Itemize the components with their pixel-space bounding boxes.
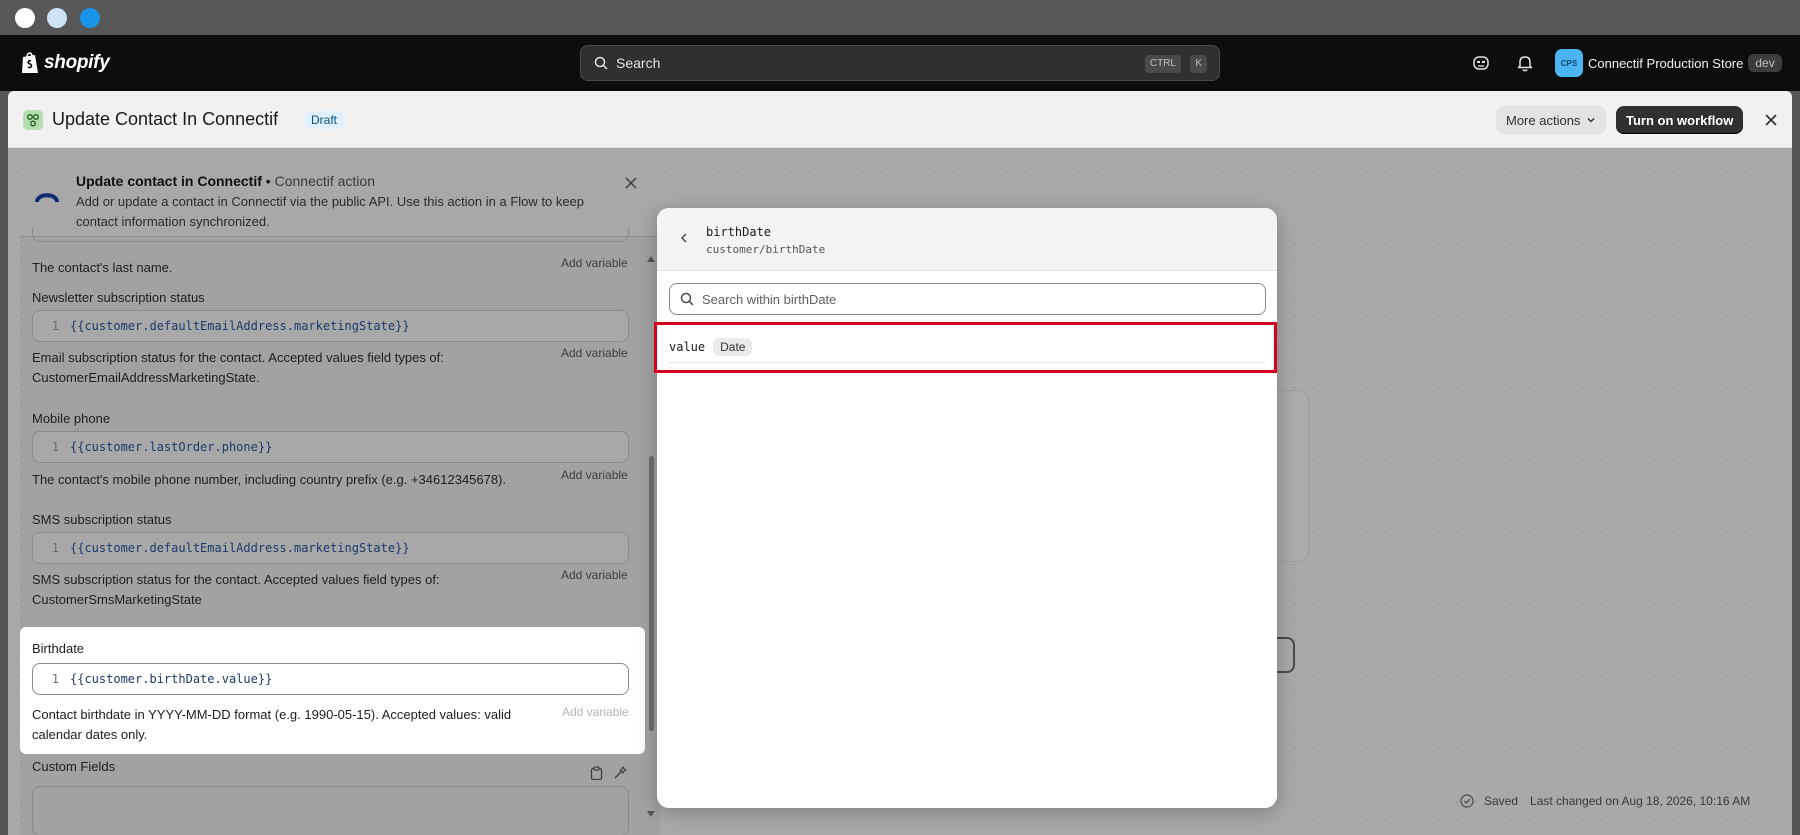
save-status: Saved Last changed on Aug 18, 2026, 10:1… — [1460, 788, 1750, 814]
custom-fields-label: Custom Fields — [32, 759, 116, 774]
turn-on-workflow-button[interactable]: Turn on workflow — [1616, 106, 1744, 134]
action-panel-title: Update contact in Connectif • Connectif … — [76, 173, 375, 189]
scroll-up-arrow[interactable] — [647, 256, 655, 262]
status-badge: Draft — [304, 111, 345, 129]
sms-status-help: SMS subscription status for the contact.… — [32, 572, 440, 607]
add-variable-link[interactable]: Add variable — [561, 346, 628, 360]
shopify-bag-icon — [22, 52, 38, 73]
action-description: Add or update a contact in Connectif via… — [76, 194, 585, 229]
magic-wand-icon[interactable] — [613, 766, 627, 780]
window-maximize-button[interactable] — [80, 8, 100, 28]
store-avatar: CPS — [1555, 49, 1583, 77]
workflow-title[interactable]: Update Contact In Connectif — [52, 109, 278, 130]
more-actions-label: More actions — [1506, 112, 1581, 128]
shortcut-ctrl: CTRL — [1144, 55, 1181, 73]
custom-fields-input[interactable] — [32, 786, 629, 835]
birthdate-help: Contact birthdate in YYYY-MM-DD format (… — [32, 707, 512, 742]
variable-key: value — [669, 339, 706, 354]
scrollbar-thumb[interactable] — [649, 456, 654, 731]
newsletter-label: Newsletter subscription status — [32, 290, 205, 305]
line-number: 1 — [51, 319, 59, 333]
connectif-logo-icon — [35, 193, 59, 203]
custom-fields-tools — [590, 766, 627, 780]
birthdate-value: {{customer.birthDate.value}} — [70, 672, 273, 686]
close-panel-icon[interactable] — [625, 177, 637, 189]
search-icon — [680, 292, 694, 306]
search-icon — [594, 56, 608, 70]
title-separator: • — [265, 173, 271, 189]
window-titlebar — [0, 0, 1800, 35]
newsletter-code-field[interactable]: 1 {{customer.defaultEmailAddress.marketi… — [32, 310, 629, 342]
line-number: 1 — [51, 440, 59, 454]
search-label: Search — [616, 55, 661, 71]
store-switcher[interactable]: CPS Connectif Production Store dev — [1555, 44, 1782, 82]
sms-status-code-field[interactable]: 1 {{customer.defaultEmailAddress.marketi… — [32, 532, 629, 564]
shopify-logo[interactable]: shopify — [20, 50, 110, 76]
mobile-phone-value: {{customer.lastOrder.phone}} — [70, 440, 273, 454]
brand-name: shopify — [44, 52, 110, 73]
window-close-button[interactable] — [15, 8, 35, 28]
shopify-topbar: shopify Search CTRL K CPS Connectif Prod… — [0, 35, 1800, 91]
saved-label: Saved — [1484, 794, 1519, 808]
last-name-help: The contact's last name. — [32, 260, 173, 275]
sms-status-label: SMS subscription status — [32, 512, 172, 527]
line-number: 1 — [51, 672, 59, 686]
window-minimize-button[interactable] — [47, 8, 67, 28]
add-variable-link[interactable]: Add variable — [561, 256, 628, 270]
turn-on-workflow-label: Turn on workflow — [1626, 112, 1734, 128]
chevron-down-icon — [1587, 118, 1595, 123]
birthdate-label: Birthdate — [32, 641, 85, 656]
mobile-phone-help: The contact's mobile phone number, inclu… — [32, 472, 507, 487]
variable-search[interactable] — [669, 283, 1266, 315]
variable-path: customer/birthDate — [706, 243, 826, 256]
global-search[interactable]: Search CTRL K — [580, 45, 1220, 81]
variable-picker: birthDate customer/birthDate value Date — [657, 208, 1277, 808]
shortcut-k: K — [1190, 55, 1207, 73]
flow-app-icon — [23, 110, 43, 130]
line-number: 1 — [51, 541, 59, 555]
action-subtitle: Connectif action — [274, 173, 375, 189]
check-circle-icon — [1460, 794, 1474, 808]
variable-search-input[interactable] — [702, 291, 1242, 307]
variable-list-item[interactable]: value Date — [669, 331, 1266, 363]
chevron-left-icon[interactable] — [679, 232, 689, 244]
add-variable-link[interactable]: Add variable — [561, 568, 628, 582]
action-title: Update contact in Connectif — [76, 173, 262, 189]
newsletter-help: Email subscription status for the contac… — [32, 350, 444, 385]
add-variable-link[interactable]: Add variable — [562, 705, 629, 719]
add-variable-link[interactable]: Add variable — [561, 468, 628, 482]
clipboard-icon[interactable] — [590, 766, 603, 780]
action-panel-header: Update contact in Connectif • Connectif … — [20, 161, 660, 236]
sms-status-value: {{customer.defaultEmailAddress.marketing… — [70, 541, 410, 555]
birthdate-code-field[interactable]: 1 {{customer.birthDate.value}} — [32, 663, 629, 695]
newsletter-value: {{customer.defaultEmailAddress.marketing… — [70, 319, 410, 333]
variable-type-badge: Date — [713, 337, 753, 356]
mobile-phone-label: Mobile phone — [32, 411, 111, 426]
close-icon[interactable] — [1760, 109, 1782, 131]
sidekick-icon[interactable] — [1470, 52, 1492, 74]
store-name: Connectif Production Store — [1588, 55, 1744, 71]
variable-picker-title: birthDate — [706, 225, 772, 239]
notifications-bell-icon[interactable] — [1514, 52, 1536, 74]
mobile-phone-code-field[interactable]: 1 {{customer.lastOrder.phone}} — [32, 431, 629, 463]
workflow-header: Update Contact In Connectif Draft More a… — [8, 91, 1792, 148]
last-name-input[interactable] — [32, 228, 629, 242]
store-env-badge: dev — [1748, 54, 1782, 72]
scroll-down-arrow[interactable] — [647, 811, 655, 817]
last-changed-label: Last changed on Aug 18, 2026, 10:16 AM — [1530, 794, 1751, 808]
more-actions-button[interactable]: More actions — [1496, 106, 1607, 134]
variable-picker-header: birthDate customer/birthDate — [657, 208, 1277, 271]
birthdate-field-card: Birthdate 1 {{customer.birthDate.value}}… — [20, 627, 645, 754]
